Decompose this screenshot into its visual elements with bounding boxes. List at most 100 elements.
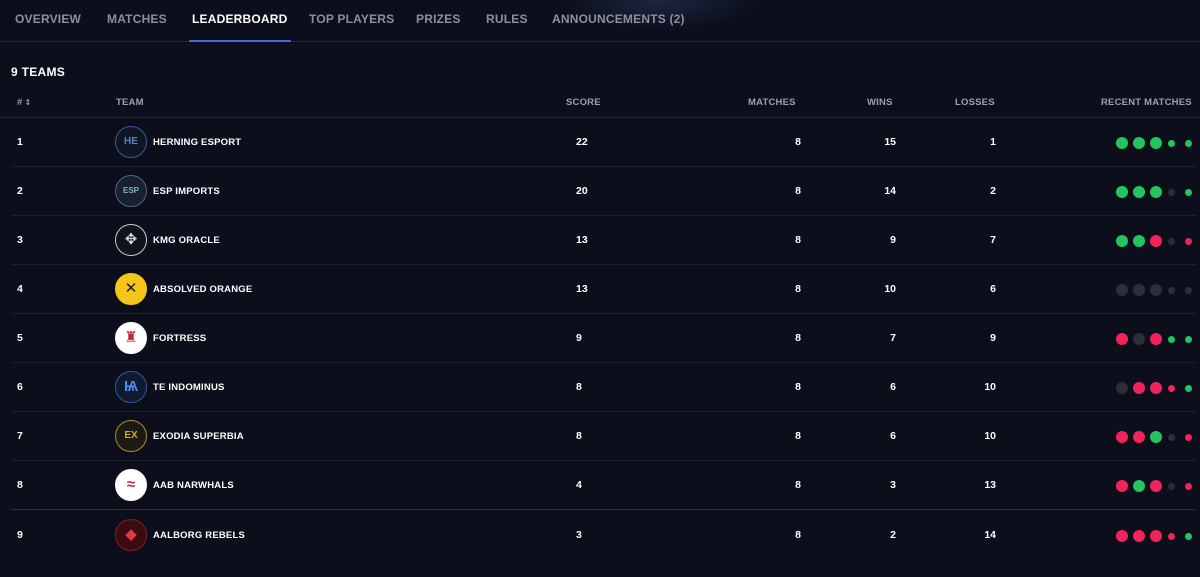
tab-leaderboard[interactable]: LEADERBOARD xyxy=(189,12,291,42)
match-result-win-dot[interactable] xyxy=(1185,335,1192,343)
match-result-win-dot[interactable] xyxy=(1150,431,1162,443)
match-result-win-dot[interactable] xyxy=(1150,186,1162,198)
exodia-superbia-logo[interactable]: EX xyxy=(115,420,147,452)
kmg-oracle-logo[interactable]: ✥ xyxy=(115,224,147,256)
leaderboard-page: OVERVIEW MATCHES LEADERBOARD TOP PLAYERS… xyxy=(0,0,1200,577)
recent-matches xyxy=(1116,333,1196,345)
table-row[interactable]: 1 HE HERNING ESPORT 22 8 15 1 xyxy=(11,118,1196,167)
match-result-win-dot[interactable] xyxy=(1133,186,1145,198)
match-result-none-dot[interactable] xyxy=(1116,284,1128,296)
score-cell: 4 xyxy=(576,479,582,491)
losses-cell: 10 xyxy=(984,381,996,393)
match-result-none-dot[interactable] xyxy=(1168,286,1175,294)
match-result-none-dot[interactable] xyxy=(1150,284,1162,296)
fortress-logo[interactable]: ♜ xyxy=(115,322,147,354)
table-row[interactable]: 9 ◆ AALBORG REBELS 3 8 2 14 xyxy=(11,511,1196,560)
match-result-win-dot[interactable] xyxy=(1133,137,1145,149)
rank-cell: 1 xyxy=(17,136,23,148)
table-row[interactable]: 2 ESP ESP IMPORTS 20 8 14 2 xyxy=(11,167,1196,216)
match-result-none-dot[interactable] xyxy=(1168,237,1175,245)
match-result-win-dot[interactable] xyxy=(1185,532,1192,540)
tab-overview[interactable]: OVERVIEW xyxy=(15,12,81,42)
team-name-link[interactable]: ABSOLVED ORANGE xyxy=(153,265,252,314)
rank-header[interactable]: # ⇕ xyxy=(17,97,31,108)
tab-top-players[interactable]: TOP PLAYERS xyxy=(309,12,394,42)
tab-rules[interactable]: RULES xyxy=(486,12,528,42)
tab-announcements[interactable]: ANNOUNCEMENTS (2) xyxy=(552,12,685,42)
match-result-none-dot[interactable] xyxy=(1133,284,1145,296)
match-result-win-dot[interactable] xyxy=(1185,384,1192,392)
match-result-loss-dot[interactable] xyxy=(1133,382,1145,394)
match-result-win-dot[interactable] xyxy=(1133,480,1145,492)
team-name-link[interactable]: KMG ORACLE xyxy=(153,216,220,265)
tab-matches[interactable]: MATCHES xyxy=(107,12,167,42)
table-header: # ⇕ TEAM SCORE MATCHES WINS LOSSES RECENT… xyxy=(0,92,1200,118)
table-row[interactable]: 5 ♜ FORTRESS 9 8 7 9 xyxy=(11,314,1196,363)
match-result-none-dot[interactable] xyxy=(1168,188,1175,196)
team-name-link[interactable]: TE INDOMINUS xyxy=(153,363,225,412)
match-result-none-dot[interactable] xyxy=(1168,482,1175,490)
matches-cell: 8 xyxy=(795,332,801,344)
aalborg-rebels-logo[interactable]: ◆ xyxy=(115,519,147,551)
match-result-win-dot[interactable] xyxy=(1168,335,1175,343)
team-name-link[interactable]: HERNING ESPORT xyxy=(153,118,241,167)
team-name-link[interactable]: AAB NARWHALS xyxy=(153,461,234,510)
sort-icon[interactable]: ⇕ xyxy=(24,98,31,107)
wins-cell: 6 xyxy=(890,381,896,393)
score-cell: 22 xyxy=(576,136,588,148)
table-row[interactable]: 6 Ѩ TE INDOMINUS 8 8 6 10 xyxy=(11,363,1196,412)
match-result-win-dot[interactable] xyxy=(1116,186,1128,198)
match-result-win-dot[interactable] xyxy=(1168,139,1175,147)
match-result-win-dot[interactable] xyxy=(1185,139,1192,147)
recent-matches xyxy=(1116,382,1196,394)
te-indominus-logo[interactable]: Ѩ xyxy=(115,371,147,403)
wins-cell: 2 xyxy=(890,529,896,541)
match-result-none-dot[interactable] xyxy=(1133,333,1145,345)
match-result-loss-dot[interactable] xyxy=(1185,433,1192,441)
match-result-loss-dot[interactable] xyxy=(1116,530,1128,542)
match-result-win-dot[interactable] xyxy=(1185,188,1192,196)
match-result-loss-dot[interactable] xyxy=(1150,480,1162,492)
match-result-loss-dot[interactable] xyxy=(1168,532,1175,540)
match-result-none-dot[interactable] xyxy=(1168,433,1175,441)
table-row[interactable]: 4 ✕ ABSOLVED ORANGE 13 8 10 6 xyxy=(11,265,1196,314)
match-result-win-dot[interactable] xyxy=(1150,137,1162,149)
absolved-orange-logo[interactable]: ✕ xyxy=(115,273,147,305)
match-result-loss-dot[interactable] xyxy=(1150,382,1162,394)
match-result-loss-dot[interactable] xyxy=(1150,530,1162,542)
rank-header-label: # xyxy=(17,97,23,108)
aab-narwhals-logo[interactable]: ≈ xyxy=(115,469,147,501)
match-result-loss-dot[interactable] xyxy=(1150,235,1162,247)
recent-matches xyxy=(1116,186,1196,198)
esp-imports-logo[interactable]: ESP xyxy=(115,175,147,207)
match-result-loss-dot[interactable] xyxy=(1133,431,1145,443)
losses-cell: 2 xyxy=(990,185,996,197)
losses-cell: 1 xyxy=(990,136,996,148)
team-name-link[interactable]: AALBORG REBELS xyxy=(153,511,245,560)
herning-esport-logo[interactable]: HE xyxy=(115,126,147,158)
match-result-loss-dot[interactable] xyxy=(1185,237,1192,245)
match-result-loss-dot[interactable] xyxy=(1185,482,1192,490)
match-result-loss-dot[interactable] xyxy=(1116,333,1128,345)
team-name-link[interactable]: EXODIA SUPERBIA xyxy=(153,412,244,461)
table-row[interactable]: 3 ✥ KMG ORACLE 13 8 9 7 xyxy=(11,216,1196,265)
match-result-none-dot[interactable] xyxy=(1185,286,1192,294)
match-result-loss-dot[interactable] xyxy=(1133,530,1145,542)
match-result-loss-dot[interactable] xyxy=(1116,431,1128,443)
team-name-link[interactable]: ESP IMPORTS xyxy=(153,167,220,216)
score-cell: 13 xyxy=(576,234,588,246)
table-row[interactable]: 8 ≈ AAB NARWHALS 4 8 3 13 xyxy=(11,461,1196,510)
match-result-none-dot[interactable] xyxy=(1116,382,1128,394)
team-name-link[interactable]: FORTRESS xyxy=(153,314,206,363)
tab-prizes[interactable]: PRIZES xyxy=(416,12,461,42)
match-result-loss-dot[interactable] xyxy=(1150,333,1162,345)
rank-cell: 3 xyxy=(17,234,23,246)
match-result-win-dot[interactable] xyxy=(1116,137,1128,149)
table-row[interactable]: 7 EX EXODIA SUPERBIA 8 8 6 10 xyxy=(11,412,1196,461)
tab-navigation: OVERVIEW MATCHES LEADERBOARD TOP PLAYERS… xyxy=(0,0,1200,42)
match-result-loss-dot[interactable] xyxy=(1168,384,1175,392)
match-result-loss-dot[interactable] xyxy=(1116,480,1128,492)
match-result-win-dot[interactable] xyxy=(1133,235,1145,247)
match-result-win-dot[interactable] xyxy=(1116,235,1128,247)
rank-cell: 9 xyxy=(17,529,23,541)
